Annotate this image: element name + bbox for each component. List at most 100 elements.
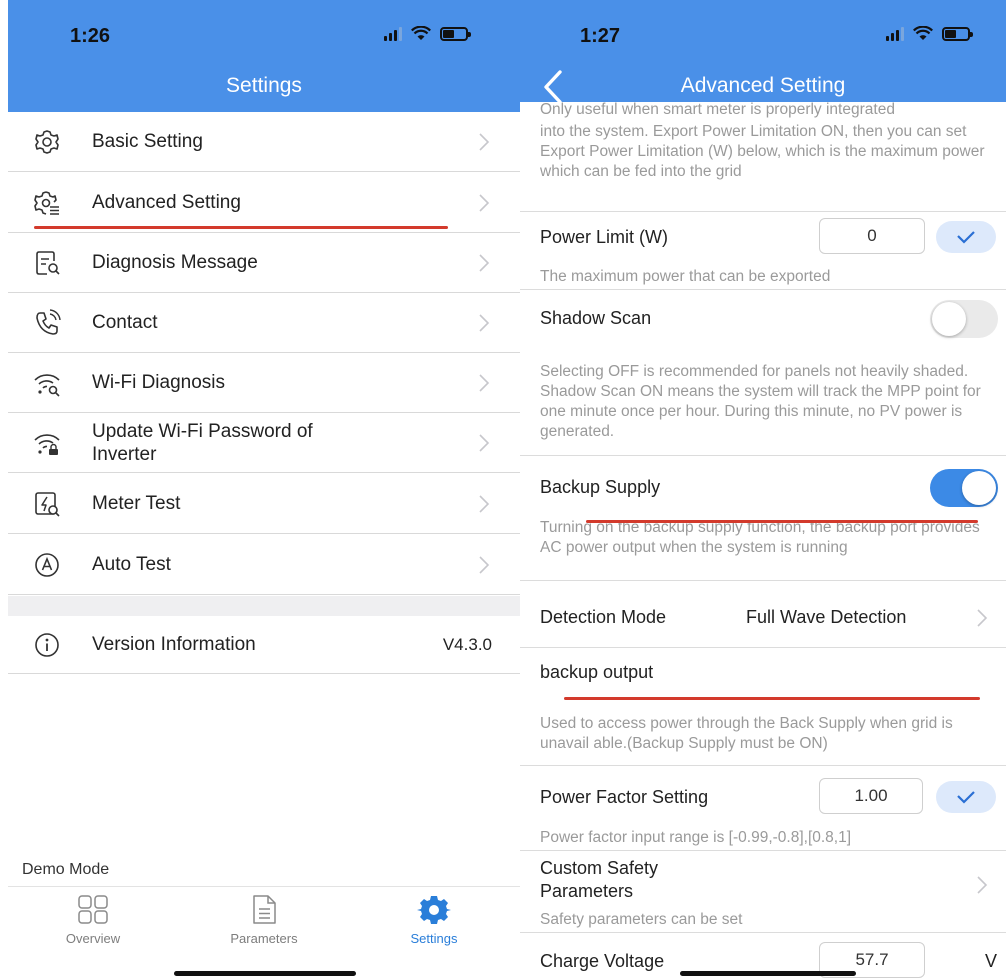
settings-item-label: Wi-Fi Diagnosis <box>92 372 226 393</box>
power-factor-hint: Power factor input range is [-0.99,-0.8]… <box>540 829 852 846</box>
detection-mode-label: Detection Mode <box>540 607 667 627</box>
chevron-right-icon <box>479 494 490 513</box>
power-factor-input[interactable]: 1.00 <box>819 778 923 814</box>
tab-label: Settings <box>410 931 458 946</box>
backup-output-label: backup output <box>540 662 654 682</box>
settings-item-meter-test[interactable]: Meter Test <box>8 474 520 534</box>
settings-screen: 1:26 Settings Basic Setting Advanced Set… <box>8 0 520 978</box>
export-limit-description: into the system. Export Power Limitation… <box>540 123 985 180</box>
divider <box>520 289 1006 290</box>
power-factor-confirm-button[interactable] <box>936 781 996 813</box>
status-icons <box>384 26 471 41</box>
backup-supply-hint: Turning on the backup supply function, t… <box>540 519 980 556</box>
export-limit-description-cut: Only useful when smart meter is properly… <box>540 101 895 118</box>
settings-item-update-wifi-password[interactable]: Update Wi-Fi Password of Inverter <box>8 413 520 473</box>
power-limit-confirm-button[interactable] <box>936 221 996 253</box>
settings-item-auto-test[interactable]: Auto Test <box>8 535 520 595</box>
chevron-right-icon <box>977 876 988 894</box>
home-indicator <box>174 971 356 976</box>
tab-settings[interactable]: Settings <box>374 895 494 946</box>
settings-item-basic[interactable]: Basic Setting <box>8 112 520 172</box>
advanced-setting-screen: Only useful when smart meter is properly… <box>520 0 1006 978</box>
chevron-right-icon <box>479 313 490 332</box>
document-icon <box>253 895 276 924</box>
power-limit-label: Power Limit (W) <box>540 227 669 247</box>
nav-bar: Settings <box>8 66 520 112</box>
chevron-right-icon <box>479 373 490 392</box>
phone-icon <box>36 308 61 335</box>
grid-icon <box>78 895 108 924</box>
section-gap <box>8 596 520 616</box>
shadow-scan-hint: Selecting OFF is recommended for panels … <box>540 363 981 440</box>
backup-output-hint: Used to access power through the Back Su… <box>540 715 953 752</box>
chevron-right-icon <box>479 193 490 212</box>
settings-item-label: Auto Test <box>92 554 171 575</box>
settings-item-label: Diagnosis Message <box>92 252 258 273</box>
signal-icon <box>384 26 402 41</box>
check-icon <box>957 791 975 804</box>
version-value: V4.3.0 <box>442 634 492 654</box>
chevron-right-icon <box>479 132 490 151</box>
annotation-underline <box>564 697 980 700</box>
divider <box>520 647 1006 648</box>
detection-mode-value: Full Wave Detection <box>746 607 907 627</box>
settings-item-label: Basic Setting <box>92 131 203 152</box>
tab-parameters[interactable]: Parameters <box>204 895 324 946</box>
tab-overview[interactable]: Overview <box>33 895 153 946</box>
status-time: 1:27 <box>580 25 621 47</box>
status-bar: 1:27 <box>520 0 1006 66</box>
power-limit-hint: The maximum power that can be exported <box>540 268 831 285</box>
info-icon <box>35 632 59 657</box>
divider <box>520 765 1006 766</box>
wifi-lock-icon <box>34 433 60 455</box>
settings-item-version[interactable]: Version Information V4.3.0 <box>8 616 520 674</box>
tab-bar: Overview Parameters Settings <box>8 886 520 978</box>
chevron-right-icon <box>479 253 490 272</box>
gear-icon <box>417 896 451 924</box>
settings-item-label: Update Wi-Fi Password of Inverter <box>92 420 313 465</box>
document-search-icon <box>36 250 60 275</box>
toggle-knob <box>962 471 996 505</box>
wifi-icon <box>411 26 431 40</box>
demo-mode-label: Demo Mode <box>22 861 110 878</box>
chevron-right-icon <box>479 555 490 574</box>
settings-item-diagnosis[interactable]: Diagnosis Message <box>8 233 520 293</box>
settings-item-contact[interactable]: Contact <box>8 293 520 353</box>
settings-item-label: Advanced Setting <box>92 192 241 213</box>
shadow-scan-toggle[interactable] <box>930 300 998 338</box>
charge-voltage-unit: V <box>985 951 998 971</box>
check-icon <box>957 231 975 244</box>
power-limit-input[interactable]: 0 <box>819 218 925 254</box>
page-title: Settings <box>226 74 302 97</box>
settings-item-wifi-diagnosis[interactable]: Wi-Fi Diagnosis <box>8 353 520 413</box>
custom-safety-hint: Safety parameters can be set <box>540 911 743 928</box>
backup-supply-toggle[interactable] <box>930 469 998 507</box>
toggle-knob <box>932 302 966 336</box>
settings-item-label: Version Information <box>92 634 256 655</box>
gear-list-icon <box>34 190 59 215</box>
tab-label: Parameters <box>230 931 298 946</box>
divider <box>520 580 1006 581</box>
settings-item-advanced[interactable]: Advanced Setting <box>8 173 520 233</box>
divider <box>520 932 1006 933</box>
divider <box>520 850 1006 851</box>
chevron-right-icon <box>479 433 490 452</box>
annotation-underline <box>34 226 448 229</box>
battery-icon <box>440 26 471 41</box>
chevron-right-icon <box>977 609 988 627</box>
tab-label: Overview <box>65 931 121 946</box>
divider <box>520 455 1006 456</box>
charge-voltage-label: Charge Voltage <box>540 951 665 971</box>
wifi-icon <box>913 26 933 40</box>
backup-supply-label: Backup Supply <box>540 477 661 497</box>
auto-a-icon <box>35 552 59 577</box>
annotation-underline <box>586 520 978 523</box>
signal-icon <box>886 26 904 41</box>
shadow-scan-label: Shadow Scan <box>540 308 652 328</box>
battery-icon <box>942 26 973 41</box>
custom-safety-label: Custom Safety Parameters <box>540 858 659 901</box>
nav-bar: Advanced Setting <box>520 66 1006 104</box>
status-time: 1:26 <box>70 25 111 47</box>
divider <box>520 211 1006 212</box>
meter-search-icon <box>35 491 60 517</box>
